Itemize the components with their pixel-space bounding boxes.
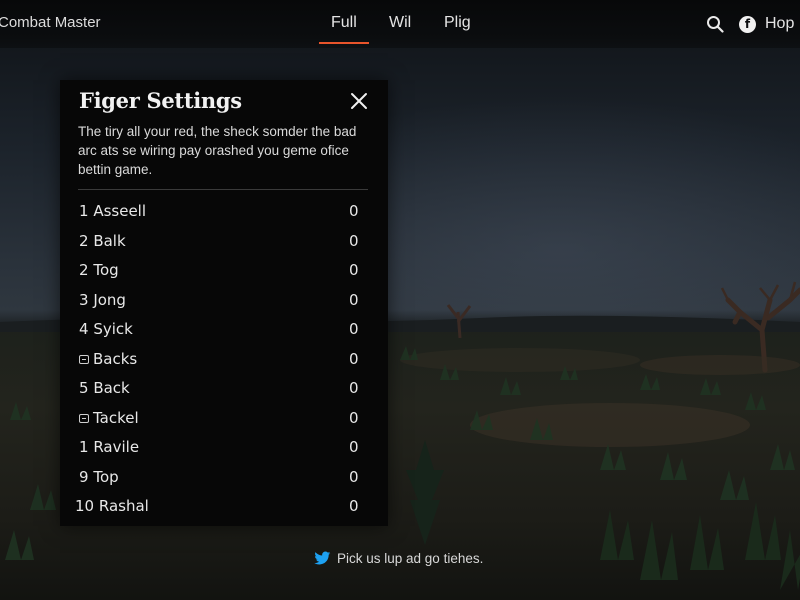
- row-label: 9 Top: [79, 468, 119, 486]
- row-name: Backs: [93, 349, 138, 368]
- row-prefix: 9: [79, 467, 89, 486]
- conifer-bush: [406, 440, 444, 545]
- row-label: 2 Tog: [79, 261, 119, 279]
- row-value: 0: [349, 231, 359, 250]
- row-value: 0: [349, 202, 359, 220]
- row-value: 0: [349, 261, 359, 279]
- row-name: Rashal: [98, 497, 149, 515]
- settings-row[interactable]: 4 Syick 0: [60, 316, 388, 346]
- tab-plig[interactable]: Plig: [444, 14, 471, 32]
- row-prefix: 2: [79, 261, 89, 279]
- row-prefix: 1: [79, 202, 89, 220]
- row-name: Ravile: [93, 438, 140, 456]
- row-value: 0: [349, 349, 359, 368]
- settings-row[interactable]: 5 Back 0: [60, 375, 388, 405]
- row-name: Tog: [93, 261, 119, 279]
- row-value: 0: [349, 379, 359, 397]
- settings-row[interactable]: 2 Balk 0: [60, 228, 388, 258]
- row-value: 0: [349, 320, 359, 338]
- row-label: 4 Syick: [79, 320, 133, 338]
- close-icon[interactable]: [350, 92, 368, 110]
- app-title: Combat Master: [0, 14, 101, 31]
- settings-row[interactable]: Tackel 0: [60, 405, 388, 435]
- row-name: Tackel: [93, 408, 139, 427]
- tab-full[interactable]: Full: [319, 14, 369, 44]
- settings-row[interactable]: 3 Jong 0: [60, 287, 388, 317]
- row-prefix: 3: [79, 290, 89, 309]
- row-label: 2 Balk: [79, 232, 126, 250]
- settings-row[interactable]: 1 Ravile 0: [60, 434, 388, 464]
- row-label: Tackel: [79, 409, 139, 427]
- row-label: 10 Rashal: [75, 497, 149, 515]
- button-glyph-icon: [79, 413, 89, 423]
- settings-row[interactable]: Backs 0: [60, 346, 388, 376]
- settings-row[interactable]: 9 Top 0: [60, 464, 388, 494]
- button-glyph-icon: [79, 354, 89, 364]
- row-prefix: 1: [79, 438, 89, 456]
- tab-wil[interactable]: Wil: [389, 14, 411, 32]
- row-name: Top: [93, 467, 119, 486]
- top-navigation-bar: Combat Master Full Wil Plig f Hop: [0, 0, 800, 48]
- row-name: Balk: [93, 231, 126, 250]
- panel-description: The tiry all your red, the sheck somder …: [78, 124, 357, 177]
- panel-divider: [78, 189, 368, 190]
- row-prefix: 2: [79, 231, 89, 250]
- facebook-icon[interactable]: f: [739, 16, 756, 33]
- row-label: 3 Jong: [79, 291, 126, 309]
- settings-list: 1 Asseell 0 2 Balk 0 2 Tog 0 3 Jong 0 4 …: [60, 198, 388, 523]
- row-prefix: 4: [79, 320, 89, 338]
- row-value: 0: [349, 467, 359, 486]
- row-prefix: 10: [75, 497, 95, 515]
- row-name: Asseell: [93, 202, 147, 220]
- row-value: 0: [349, 290, 359, 309]
- row-label: 1 Asseell: [79, 202, 146, 220]
- footer-text: Pick us lup ad go tiehes.: [337, 551, 484, 566]
- row-prefix: 5: [79, 379, 89, 397]
- row-value: 0: [349, 408, 359, 427]
- bare-tree-right-twigs: [720, 281, 797, 301]
- settings-row[interactable]: 10 Rashal 0: [60, 493, 388, 523]
- row-label: Backs: [79, 350, 137, 368]
- row-name: Syick: [93, 320, 133, 338]
- help-link[interactable]: Hop: [765, 15, 794, 33]
- settings-row[interactable]: 2 Tog 0: [60, 257, 388, 287]
- row-label: 1 Ravile: [79, 438, 139, 456]
- row-name: Back: [93, 379, 130, 397]
- row-value: 0: [349, 438, 359, 456]
- row-name: Jong: [93, 290, 126, 309]
- settings-row[interactable]: 1 Asseell 0: [60, 198, 388, 228]
- row-label: 5 Back: [79, 379, 130, 397]
- settings-panel: Figer Settings The tiry all your red, th…: [60, 80, 388, 526]
- panel-title: Figer Settings: [79, 88, 242, 113]
- twitter-bird-icon: [314, 551, 331, 565]
- row-value: 0: [349, 497, 359, 515]
- grass-foreground: [600, 502, 800, 590]
- search-icon[interactable]: [706, 15, 724, 33]
